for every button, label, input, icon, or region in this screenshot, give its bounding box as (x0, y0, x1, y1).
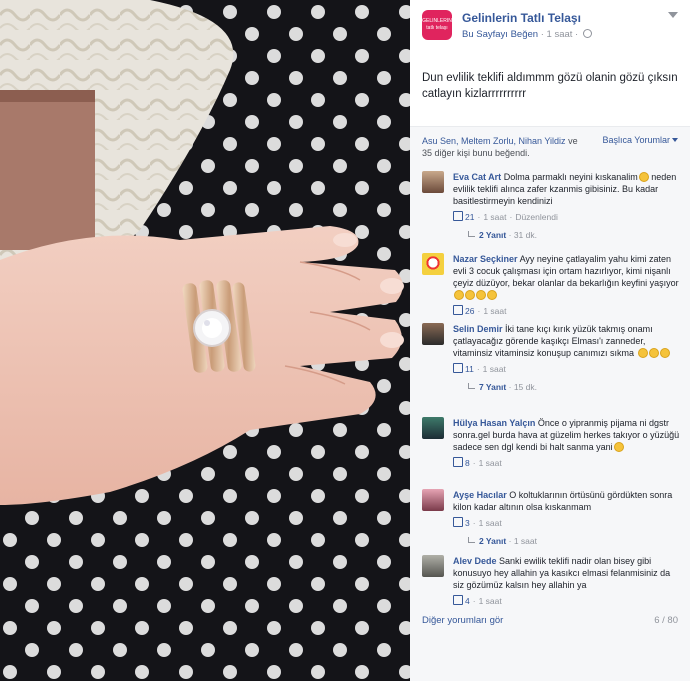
comment-time[interactable]: 1 saat (483, 306, 506, 316)
like-thumb-icon[interactable] (453, 211, 463, 221)
comment-like-count[interactable]: 8 (465, 458, 470, 468)
avatar[interactable] (422, 323, 444, 345)
replies-link[interactable]: 7 Yanıt · 15 dk. (468, 382, 680, 392)
reply-arrow-icon (468, 537, 475, 543)
avatar[interactable] (422, 171, 444, 193)
like-thumb-icon[interactable] (453, 595, 463, 605)
emoji-icon (648, 348, 659, 358)
comment-author[interactable]: Alev Dede (453, 556, 497, 566)
page-logo[interactable]: GELINLERIN tatlı telaşı (422, 10, 452, 40)
chevron-down-icon[interactable] (668, 12, 678, 18)
caret-down-icon (672, 138, 678, 142)
ring-hand-photo (0, 0, 410, 681)
post-header: GELINLERIN tatlı telaşı Gelinlerin Tatlı… (410, 0, 690, 122)
post-caption: Dun evlilik teklifi aldımmm gözü olanin … (422, 72, 678, 100)
sort-comments-dropdown[interactable]: Başlıca Yorumlar (602, 135, 678, 145)
emoji-icon (476, 290, 486, 300)
comment: Nazar Seçkiner Ayy neyine çatlayalim yah… (422, 253, 680, 316)
comment-time[interactable]: 1 saat (479, 596, 502, 606)
comment-meta: 21 · 1 saat · Düzenlendi (453, 211, 680, 222)
like-thumb-icon[interactable] (453, 457, 463, 467)
emoji-icon (659, 348, 670, 358)
post-photo[interactable] (0, 0, 410, 681)
more-comments-link[interactable]: Diğer yorumları gör (422, 615, 503, 626)
comment-like-count[interactable]: 11 (465, 364, 474, 374)
comment-like-count[interactable]: 4 (465, 596, 470, 606)
comment-like-count[interactable]: 26 (465, 306, 474, 316)
globe-icon (582, 29, 592, 38)
comment-like-count[interactable]: 3 (465, 518, 470, 528)
page-name-link[interactable]: Gelinlerin Tatlı Telaşı (462, 11, 581, 25)
likes-summary: Asu Sen, Meltem Zorlu, Nihan Yildiz ve 3… (422, 135, 587, 159)
comment-edited: Düzenlendi (515, 212, 558, 222)
comment-time[interactable]: 1 saat (479, 518, 502, 528)
comment: Hülya Hasan Yalçın Önce o yipranmiş pija… (422, 417, 680, 468)
comment-author[interactable]: Nazar Seçkiner (453, 254, 518, 264)
comment-author[interactable]: Ayşe Hacılar (453, 490, 507, 500)
post-sidebar: GELINLERIN tatlı telaşı Gelinlerin Tatlı… (410, 0, 690, 681)
like-thumb-icon[interactable] (453, 305, 463, 315)
comment-pager: 6 / 80 (654, 615, 678, 626)
reply-arrow-icon (468, 231, 475, 237)
comment: Selin Demir İki tane kıçı kırık yüzük ta… (422, 323, 680, 392)
emoji-icon (465, 290, 475, 300)
avatar[interactable] (422, 417, 444, 439)
like-thumb-icon[interactable] (453, 363, 463, 373)
replies-link[interactable]: 2 Yanıt · 1 saat (468, 536, 680, 546)
comment: Ayşe Hacılar O koltuklarının örtüsünü gö… (422, 489, 680, 546)
emoji-icon (637, 348, 648, 358)
like-page-link[interactable]: Bu Sayfayı Beğen (462, 29, 538, 40)
comment-author[interactable]: Hülya Hasan Yalçın (453, 418, 535, 428)
post-meta: Bu Sayfayı Beğen · 1 saat · (462, 29, 592, 40)
comment-meta: 8 · 1 saat (453, 457, 680, 468)
avatar[interactable] (422, 253, 444, 275)
reply-arrow-icon (468, 383, 475, 389)
comment-meta: 26 · 1 saat (453, 305, 680, 316)
like-thumb-icon[interactable] (453, 517, 463, 527)
emoji-icon (487, 290, 497, 300)
likers-names[interactable]: Asu Sen, Meltem Zorlu, Nihan Yildiz (422, 136, 566, 146)
avatar[interactable] (422, 555, 444, 577)
comment-author[interactable]: Selin Demir (453, 324, 503, 334)
comment-author[interactable]: Eva Cat Art (453, 172, 501, 182)
comment: Alev Dede Sanki ewilik teklifi nadir ola… (422, 555, 680, 606)
comment: Eva Cat Art Dolma parmaklı neyini kıskan… (422, 171, 680, 240)
comment-time[interactable]: 1 saat (483, 364, 506, 374)
comment-time[interactable]: 1 saat (483, 212, 506, 222)
comment-meta: 4 · 1 saat (453, 595, 680, 606)
emoji-icon (638, 172, 649, 182)
comment-time[interactable]: 1 saat (479, 458, 502, 468)
emoji-icon (454, 290, 464, 300)
comments-section: Asu Sen, Meltem Zorlu, Nihan Yildiz ve 3… (410, 126, 690, 681)
post-time[interactable]: 1 saat (547, 29, 573, 40)
comment-like-count[interactable]: 21 (465, 212, 474, 222)
emoji-icon (613, 442, 624, 452)
comment-text: Dolma parmaklı neyini kıskanalim (503, 172, 638, 182)
avatar[interactable] (422, 489, 444, 511)
comment-meta: 11 · 1 saat (453, 363, 680, 374)
replies-link[interactable]: 2 Yanıt · 31 dk. (468, 230, 680, 240)
comment-meta: 3 · 1 saat (453, 517, 680, 528)
